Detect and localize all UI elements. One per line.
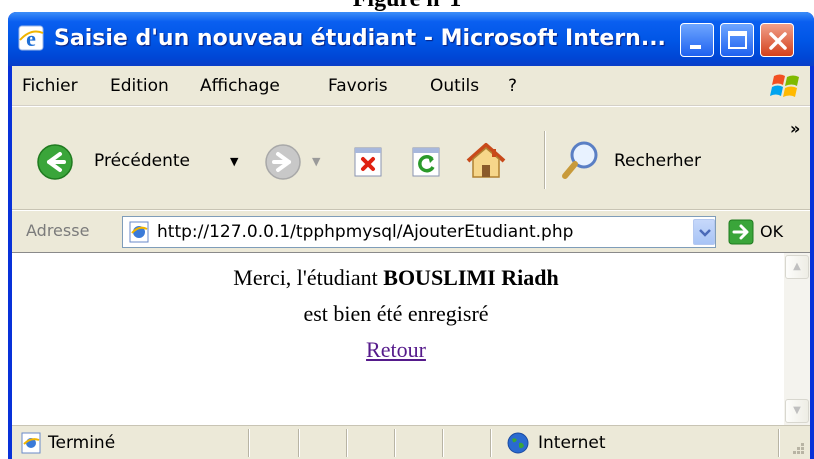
back-arrow-icon	[37, 144, 73, 180]
student-name: BOUSLIMI Riadh	[383, 265, 559, 290]
toolbar-overflow-chevron[interactable]: »	[790, 117, 800, 141]
return-link[interactable]: Retour	[366, 337, 426, 362]
refresh-icon[interactable]	[410, 145, 444, 179]
scroll-down-button[interactable]: ▼	[785, 399, 809, 423]
home-icon[interactable]	[464, 139, 508, 181]
menu-item-favoris[interactable]: Favoris	[328, 74, 388, 98]
go-arrow-icon[interactable]	[728, 219, 754, 245]
security-zone: Internet	[538, 433, 606, 453]
forward-button[interactable]: ▼	[264, 139, 324, 183]
page-status-icon	[21, 432, 41, 454]
close-icon	[769, 32, 787, 50]
search-button[interactable]: Recherher	[558, 137, 754, 183]
status-divider	[490, 429, 492, 457]
minimize-button[interactable]	[680, 23, 714, 57]
status-bar: Terminé Internet	[12, 425, 810, 459]
toolbar-separator	[544, 131, 546, 189]
title-bar[interactable]: e Saisie d'un nouveau étudiant - Microso…	[8, 12, 814, 66]
address-dropdown-button[interactable]	[693, 219, 715, 245]
browser-window: e Saisie d'un nouveau étudiant - Microso…	[8, 12, 814, 459]
address-input[interactable]: http://127.0.0.1/tpphpmysql/AjouterEtudi…	[122, 216, 716, 248]
maximize-button[interactable]	[720, 23, 754, 57]
vertical-scrollbar[interactable]: ▲ ▼	[784, 253, 810, 425]
search-icon	[562, 141, 598, 179]
close-button[interactable]	[760, 23, 794, 57]
menu-item-help[interactable]: ?	[508, 74, 517, 98]
menu-item-affichage[interactable]: Affichage	[200, 74, 280, 98]
address-label: Adresse	[26, 221, 90, 240]
back-label: Précédente	[94, 151, 190, 171]
status-divider	[442, 429, 444, 457]
resize-grip-icon[interactable]	[788, 438, 806, 456]
back-dropdown-arrow[interactable]: ▼	[230, 155, 238, 169]
ie-icon: e	[18, 25, 44, 51]
stop-icon[interactable]	[352, 145, 386, 179]
confirmation-prefix: Merci, l'étudiant	[233, 265, 378, 290]
globe-icon	[507, 432, 529, 454]
minimize-icon	[690, 45, 701, 49]
forward-dropdown-arrow[interactable]: ▼	[312, 155, 320, 169]
confirmation-line-1: Merci, l'étudiant BOUSLIMI Riadh	[12, 263, 780, 293]
status-divider	[248, 429, 250, 457]
menu-item-outils[interactable]: Outils	[430, 74, 479, 98]
address-bar: Adresse http://127.0.0.1/tpphpmysql/Ajou…	[12, 210, 810, 252]
status-text: Terminé	[48, 433, 116, 453]
chevron-down-icon	[699, 229, 711, 237]
scroll-up-button[interactable]: ▲	[785, 255, 809, 279]
standard-toolbar: Précédente ▼ ▼ Recherher »	[12, 106, 810, 210]
status-divider	[778, 429, 780, 457]
go-button-label[interactable]: OK	[760, 219, 783, 245]
return-link-row: Retour	[12, 335, 780, 365]
back-button[interactable]: Précédente ▼	[28, 139, 246, 183]
maximize-icon	[728, 31, 747, 49]
menu-item-fichier[interactable]: Fichier	[22, 74, 78, 98]
status-divider	[298, 429, 300, 457]
confirmation-line-2: est bien été enregisré	[303, 301, 489, 326]
page-icon	[129, 221, 149, 243]
search-label: Recherher	[614, 151, 702, 171]
address-url: http://127.0.0.1/tpphpmysql/AjouterEtudi…	[157, 222, 574, 242]
menu-item-edition[interactable]: Edition	[110, 74, 169, 98]
page-content: Merci, l'étudiant BOUSLIMI Riadh est bie…	[12, 252, 810, 425]
figure-caption: Figure n°1	[0, 0, 814, 12]
window-title: Saisie d'un nouveau étudiant - Microsoft…	[54, 26, 666, 51]
status-divider	[346, 429, 348, 457]
svg-text:e: e	[26, 26, 36, 51]
windows-logo-icon	[770, 74, 799, 97]
forward-arrow-icon	[265, 144, 301, 180]
menu-bar: Fichier Edition Affichage Favoris Outils…	[12, 66, 810, 106]
status-divider	[394, 429, 396, 457]
